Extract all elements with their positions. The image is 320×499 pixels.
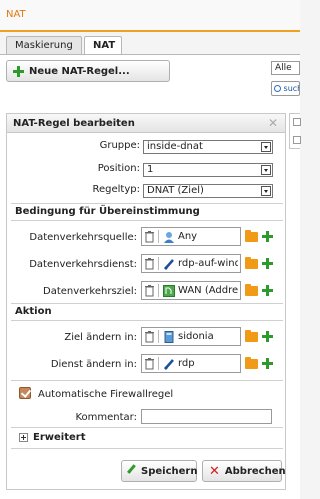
add-icon[interactable] [262,285,273,296]
chevron-down-icon [261,165,271,175]
trash-icon[interactable] [145,331,154,343]
trash-icon[interactable] [145,231,154,243]
ruletype-value: DNAT (Ziel) [147,185,204,196]
filter-select[interactable]: Alle [271,61,300,75]
service-plug-icon [164,359,174,370]
match-section-header: Bedingung für Übereinstimmung [11,203,283,221]
auto-firewall-label: Automatische Firewallregel [38,389,174,400]
cancel-x-icon: ✕ [209,463,220,479]
cancel-label: Abbrechen [224,465,286,477]
add-icon[interactable] [262,331,273,342]
dest-field[interactable]: WAN (Addres [141,281,241,300]
folder-icon[interactable] [245,284,258,296]
check-icon [127,464,136,474]
dest-label: Datenverkehrsziel: [43,286,137,297]
search-icon [274,85,281,92]
dest-value: WAN (Addres [178,285,238,296]
group-label: Gruppe: [99,140,140,151]
edit-nat-rule-dialog: NAT-Regel bearbeiten ✕ Gruppe: inside-dn… [6,113,286,490]
dialog-header: NAT-Regel bearbeiten ✕ [7,114,285,133]
list-checkbox[interactable] [293,118,301,126]
globe-user-icon [164,232,174,243]
add-icon[interactable] [262,358,273,369]
separator [158,357,159,370]
service-plug-icon [164,259,174,270]
window-title: NAT [6,9,26,20]
chevron-down-icon [261,186,271,196]
trash-icon[interactable] [145,258,154,270]
group-select[interactable]: inside-dnat [143,140,273,154]
advanced-toggle[interactable]: Erweitert [33,432,86,443]
separator [158,230,159,243]
chevron-down-icon [261,142,271,152]
folder-icon[interactable] [245,257,258,269]
change-service-value: rdp [178,358,195,369]
cancel-button[interactable]: ✕ Abbrechen [202,460,286,482]
tab-maskierung[interactable]: Maskierung [6,36,82,54]
change-dest-value: sidonia [178,331,214,342]
action-section-header: Aktion [11,303,283,321]
add-icon[interactable] [262,258,273,269]
add-icon[interactable] [262,231,273,242]
tab-nat[interactable]: NAT [84,36,122,55]
service-field[interactable]: rdp-auf-windo [141,254,241,273]
search-label: such [283,84,299,93]
separator [158,330,159,343]
window-titlebar: NAT [0,0,300,32]
interface-icon [163,285,175,297]
auto-firewall-checkbox[interactable] [19,387,31,399]
rules-list-panel [289,113,301,149]
new-nat-rule-button[interactable]: Neue NAT-Regel... [6,60,170,82]
comment-label: Kommentar: [75,412,137,423]
position-label: Position: [97,163,140,174]
trash-icon[interactable] [145,358,154,370]
folder-icon[interactable] [245,357,258,369]
service-value: rdp-auf-windo [178,258,238,269]
plus-icon [13,65,24,77]
divider [11,427,283,428]
divider [11,380,283,381]
source-value: Any [178,231,198,242]
source-field[interactable]: Any [141,227,241,246]
change-dest-label: Ziel ändern in: [64,332,137,343]
ruletype-label: Regeltyp: [92,184,141,195]
change-dest-field[interactable]: sidonia [141,327,241,346]
dialog-title: NAT-Regel bearbeiten [13,118,135,129]
position-value: 1 [147,164,154,175]
service-label: Datenverkehrsdienst: [29,259,137,270]
divider [11,448,283,449]
separator [158,257,159,270]
separator [158,284,159,297]
folder-icon[interactable] [245,230,258,242]
search-button[interactable]: such [271,81,300,96]
save-label: Speichern [141,465,198,477]
new-nat-rule-label: Neue NAT-Regel... [29,65,130,77]
expand-icon[interactable] [19,433,28,442]
close-icon[interactable]: ✕ [268,116,278,130]
folder-icon[interactable] [245,330,258,342]
comment-input[interactable] [141,409,272,424]
position-select[interactable]: 1 [143,163,273,177]
list-checkbox[interactable] [293,136,301,144]
change-service-field[interactable]: rdp [141,354,241,373]
change-service-label: Dienst ändern in: [50,359,137,370]
source-label: Datenverkehrsquelle: [29,232,137,243]
ruletype-select[interactable]: DNAT (Ziel) [143,184,273,198]
save-button[interactable]: Speichern [121,460,197,482]
host-icon [164,331,174,343]
group-value: inside-dnat [147,141,203,152]
trash-icon[interactable] [145,285,154,297]
